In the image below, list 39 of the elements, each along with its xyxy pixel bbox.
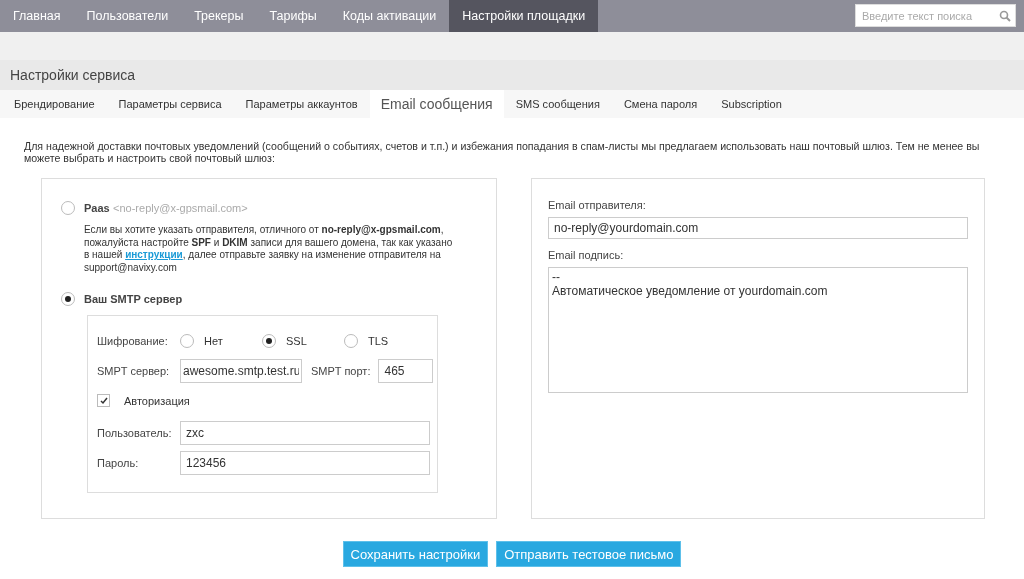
field-label: Пользователь:: [97, 426, 173, 439]
field-label: SMPT сервер:: [97, 364, 171, 377]
field-label: Пароль:: [97, 456, 140, 469]
radio-label: SSL: [286, 334, 307, 347]
page-title: Настройки сервиса: [0, 60, 1024, 90]
intro-text: Для надежной доставки почтовых уведомлений (сообщений о событиях, счетов и т.п.) и избежания попадания в спам-листы мы предлагаем использовать наш почтовый шлюз. Тем не менее вы можете выбрать и настроить свой почтовый шлюз:: [24, 140, 981, 164]
radio-button[interactable]: [61, 291, 75, 306]
tab[interactable]: Параметры сервиса: [106, 90, 234, 118]
radio-button[interactable]: [180, 333, 194, 348]
radio-button[interactable]: [61, 201, 75, 215]
checkbox[interactable]: [97, 394, 110, 408]
tab[interactable]: Subscription: [709, 90, 794, 118]
radio-label: TLS: [368, 334, 389, 347]
input-field[interactable]: no-reply@yourdomain.com: [548, 217, 968, 239]
tab[interactable]: Email сообщения: [369, 90, 504, 118]
tab[interactable]: SMS сообщения: [503, 90, 612, 118]
field-label: SMPT порт:: [311, 364, 371, 377]
radio-label: Нет: [204, 334, 223, 347]
tab[interactable]: Смена пароля: [611, 90, 710, 118]
search-icon[interactable]: [999, 10, 1011, 22]
radio-button[interactable]: [344, 333, 358, 348]
field-label: Email отправителя:: [548, 199, 647, 211]
search-field[interactable]: Введите текст поиска: [855, 4, 1016, 27]
option-label: Paas: [84, 202, 110, 214]
signature-field[interactable]: -- Автоматическое уведомление от yourdomain.com: [548, 267, 968, 393]
tab[interactable]: Брендирование: [2, 90, 107, 118]
sender-address: <no-reply@x-gpsmail.com>: [113, 202, 248, 214]
option-description: Если вы хотите указать отправителя, отличного от no-reply@x-gpsmail.com, пожалуйста настройте SPF и DKIM записи для вашего домена, так как указано в нашей инструкции, далее отправьте заявку на изменение отправителя на support@navixy.com: [84, 224, 454, 275]
nav-item[interactable]: Настройки площадки: [449, 0, 599, 32]
checkbox-label: Авторизация: [124, 394, 190, 407]
radio-button[interactable]: [262, 333, 276, 348]
input-field[interactable]: awesome.smtp.test.ru: [180, 358, 302, 383]
tab[interactable]: Параметры аккаунтов: [233, 90, 370, 118]
input-field[interactable]: zxc: [180, 420, 430, 445]
field-label: Email подпись:: [548, 249, 625, 261]
input-field[interactable]: 465: [378, 358, 434, 383]
field-label: Шифрование:: [97, 334, 169, 347]
option-label: Ваш SMTP сервер: [84, 292, 183, 305]
password-field[interactable]: 123456: [180, 450, 430, 475]
